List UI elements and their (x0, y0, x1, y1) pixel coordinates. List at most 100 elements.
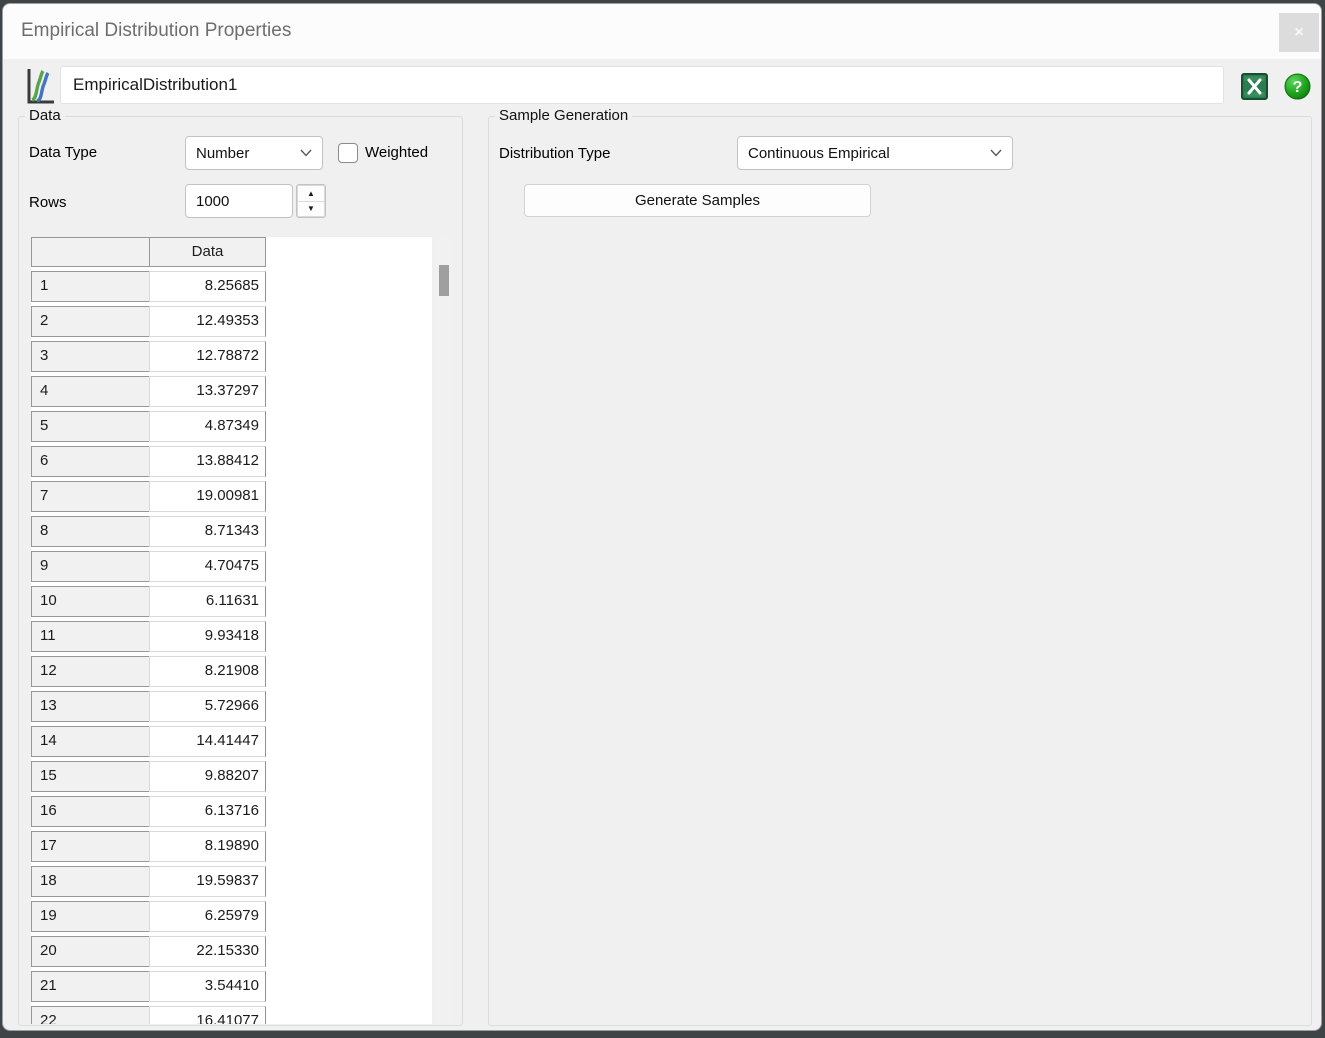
row-header-cell[interactable]: 10 (31, 586, 150, 617)
spinner-up-button[interactable]: ▲ (297, 185, 325, 201)
rows-input[interactable] (185, 184, 293, 218)
corner-header-cell[interactable] (31, 237, 150, 267)
data-cell[interactable]: 14.41447 (149, 726, 266, 757)
data-cell[interactable]: 3.54410 (149, 971, 266, 1002)
table-row: 166.13716 (31, 796, 266, 831)
chevron-down-icon (300, 149, 312, 157)
row-header-cell[interactable]: 16 (31, 796, 150, 827)
up-arrow-icon: ▲ (307, 189, 315, 198)
table-row: 88.71343 (31, 516, 266, 551)
table-row: 106.11631 (31, 586, 266, 621)
excel-export-icon[interactable] (1241, 73, 1268, 100)
row-header-cell[interactable]: 6 (31, 446, 150, 477)
table-row: 2022.15330 (31, 936, 266, 971)
data-cell[interactable]: 9.93418 (149, 621, 266, 652)
data-cell[interactable]: 6.13716 (149, 796, 266, 827)
table-row: 18.25685 (31, 271, 266, 306)
down-arrow-icon: ▼ (307, 204, 315, 213)
sample-group-legend: Sample Generation (495, 106, 632, 126)
row-header-cell[interactable]: 3 (31, 341, 150, 372)
row-header-cell[interactable]: 19 (31, 901, 150, 932)
data-cell[interactable]: 8.21908 (149, 656, 266, 687)
distribution-type-value: Continuous Empirical (748, 145, 890, 162)
generate-samples-label: Generate Samples (635, 192, 760, 209)
weighted-checkbox[interactable] (338, 143, 358, 163)
row-header-cell[interactable]: 14 (31, 726, 150, 757)
dialog-title: Empirical Distribution Properties (21, 20, 291, 42)
data-cell[interactable]: 13.37297 (149, 376, 266, 407)
data-column-header[interactable]: Data (149, 237, 266, 267)
rows-spinner: ▲ ▼ (296, 184, 326, 218)
title-bar: Empirical Distribution Properties × (3, 4, 1321, 59)
sample-generation-group: Sample Generation Distribution Type Cont… (488, 116, 1312, 1026)
row-header-cell[interactable]: 20 (31, 936, 150, 967)
row-header-cell[interactable]: 11 (31, 621, 150, 652)
data-cell[interactable]: 8.19890 (149, 831, 266, 862)
data-cell[interactable]: 12.49353 (149, 306, 266, 337)
close-button[interactable]: × (1279, 13, 1319, 52)
row-header-cell[interactable]: 5 (31, 411, 150, 442)
table-scrollbar[interactable] (435, 237, 453, 1024)
row-header-cell[interactable]: 7 (31, 481, 150, 512)
table-row: 413.37297 (31, 376, 266, 411)
table-row: 312.78872 (31, 341, 266, 376)
data-cell[interactable]: 12.78872 (149, 341, 266, 372)
help-icon[interactable]: ? (1284, 73, 1311, 100)
data-cell[interactable]: 4.87349 (149, 411, 266, 442)
distribution-type-dropdown[interactable]: Continuous Empirical (737, 136, 1013, 170)
data-cell[interactable]: 6.11631 (149, 586, 266, 617)
row-header-cell[interactable]: 17 (31, 831, 150, 862)
data-cell[interactable]: 8.25685 (149, 271, 266, 302)
data-cell[interactable]: 19.59837 (149, 866, 266, 897)
table-row: 1819.59837 (31, 866, 266, 901)
table-row: 2216.41077 (31, 1006, 266, 1024)
row-header-cell[interactable]: 13 (31, 691, 150, 722)
row-header-cell[interactable]: 15 (31, 761, 150, 792)
data-type-label: Data Type (29, 144, 97, 161)
row-header-cell[interactable]: 8 (31, 516, 150, 547)
data-group-legend: Data (25, 106, 65, 126)
table-row: 613.88412 (31, 446, 266, 481)
grid-rows: 18.25685212.49353312.78872413.3729754.87… (31, 271, 266, 1024)
data-cell[interactable]: 9.88207 (149, 761, 266, 792)
row-header-cell[interactable]: 9 (31, 551, 150, 582)
row-header-cell[interactable]: 18 (31, 866, 150, 897)
row-header-cell[interactable]: 22 (31, 1006, 150, 1024)
close-icon: × (1294, 24, 1303, 42)
row-header-cell[interactable]: 1 (31, 271, 150, 302)
data-cell[interactable]: 19.00981 (149, 481, 266, 512)
empirical-distribution-properties-dialog: Empirical Distribution Properties × ? Da… (2, 3, 1322, 1031)
data-table: Data 18.25685212.49353312.78872413.37297… (31, 237, 432, 1024)
table-row: 212.49353 (31, 306, 266, 341)
data-cell[interactable]: 13.88412 (149, 446, 266, 477)
data-cell[interactable]: 8.71343 (149, 516, 266, 547)
table-row: 178.19890 (31, 831, 266, 866)
spinner-down-button[interactable]: ▼ (297, 201, 325, 218)
row-header-cell[interactable]: 12 (31, 656, 150, 687)
data-cell[interactable]: 5.72966 (149, 691, 266, 722)
data-type-value: Number (196, 145, 249, 162)
table-row: 719.00981 (31, 481, 266, 516)
distribution-curve-icon (25, 66, 56, 107)
table-row: 119.93418 (31, 621, 266, 656)
data-type-dropdown[interactable]: Number (185, 136, 323, 170)
data-group: Data Data Type Number Weighted Rows ▲ ▼ … (18, 116, 463, 1026)
data-cell[interactable]: 16.41077 (149, 1006, 266, 1024)
name-input[interactable] (60, 66, 1224, 104)
table-row: 196.25979 (31, 901, 266, 936)
table-row: 135.72966 (31, 691, 266, 726)
table-row: 213.54410 (31, 971, 266, 1006)
scrollbar-thumb[interactable] (439, 265, 449, 296)
chevron-down-icon (990, 149, 1002, 157)
row-header-cell[interactable]: 21 (31, 971, 150, 1002)
row-header-cell[interactable]: 4 (31, 376, 150, 407)
table-row: 54.87349 (31, 411, 266, 446)
data-cell[interactable]: 22.15330 (149, 936, 266, 967)
data-cell[interactable]: 6.25979 (149, 901, 266, 932)
table-row: 1414.41447 (31, 726, 266, 761)
data-cell[interactable]: 4.70475 (149, 551, 266, 582)
generate-samples-button[interactable]: Generate Samples (524, 184, 871, 217)
table-row: 128.21908 (31, 656, 266, 691)
row-header-cell[interactable]: 2 (31, 306, 150, 337)
rows-label: Rows (29, 194, 67, 211)
